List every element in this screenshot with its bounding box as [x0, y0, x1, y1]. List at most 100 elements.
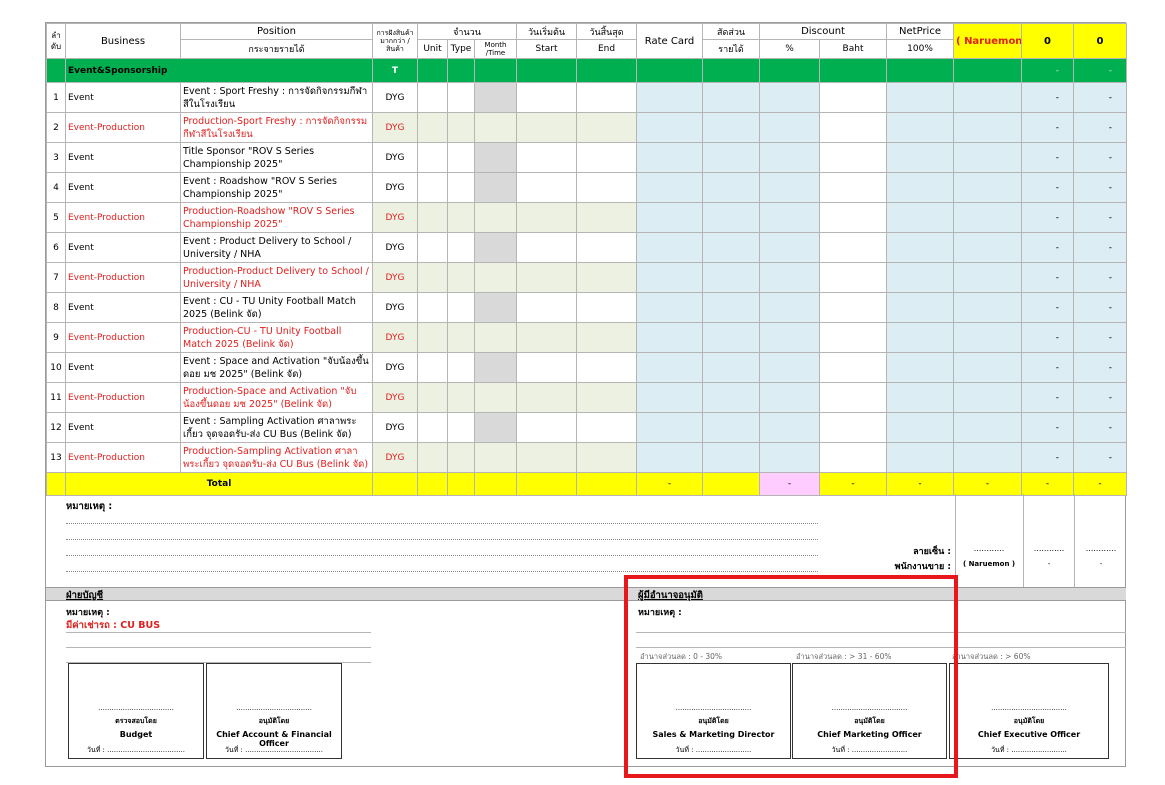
row-type-cell[interactable]	[447, 142, 475, 173]
row-discount-baht-cell[interactable]	[819, 82, 888, 113]
row-start-cell[interactable]	[516, 292, 578, 323]
row-share-cell[interactable]	[702, 262, 761, 293]
row-month-cell[interactable]	[473, 322, 518, 353]
row-discount-baht-cell[interactable]	[819, 352, 888, 383]
row-rate-card-cell[interactable]	[636, 442, 704, 473]
row-discount-pct-cell[interactable]	[759, 232, 821, 263]
row-unit-cell[interactable]	[417, 322, 448, 353]
row-rate-card-cell[interactable]	[636, 82, 704, 113]
row-unit-cell[interactable]	[417, 382, 448, 413]
row-start-cell[interactable]	[516, 172, 578, 203]
row-person-cell[interactable]	[953, 352, 1023, 383]
row-start-cell[interactable]	[516, 82, 578, 113]
row-type-cell[interactable]	[447, 82, 475, 113]
row-netprice-cell[interactable]	[886, 382, 955, 413]
row-end-cell[interactable]	[576, 142, 638, 173]
row-unit-cell[interactable]	[417, 82, 448, 113]
row-netprice-cell[interactable]	[886, 412, 955, 443]
ceo-sign-box[interactable]: .................................. อนุมั…	[949, 663, 1109, 759]
row-unit-cell[interactable]	[417, 292, 448, 323]
row-discount-pct-cell[interactable]	[759, 82, 821, 113]
row-person-cell[interactable]	[953, 292, 1023, 323]
row-person-cell[interactable]	[953, 382, 1023, 413]
row-end-cell[interactable]	[576, 232, 638, 263]
row-rate-card-cell[interactable]	[636, 112, 704, 143]
row-type-cell[interactable]	[447, 412, 475, 443]
row-rate-card-cell[interactable]	[636, 142, 704, 173]
row-person-cell[interactable]	[953, 142, 1023, 173]
row-share-cell[interactable]	[702, 112, 761, 143]
row-share-cell[interactable]	[702, 202, 761, 233]
row-month-cell[interactable]	[473, 382, 518, 413]
row-type-cell[interactable]	[447, 292, 475, 323]
row-person-cell[interactable]	[953, 202, 1023, 233]
row-rate-card-cell[interactable]	[636, 172, 704, 203]
row-netprice-cell[interactable]	[886, 442, 955, 473]
row-share-cell[interactable]	[702, 442, 761, 473]
row-rate-card-cell[interactable]	[636, 232, 704, 263]
row-share-cell[interactable]	[702, 82, 761, 113]
row-type-cell[interactable]	[447, 442, 475, 473]
row-rate-card-cell[interactable]	[636, 262, 704, 293]
row-unit-cell[interactable]	[417, 232, 448, 263]
row-rate-card-cell[interactable]	[636, 412, 704, 443]
row-discount-baht-cell[interactable]	[819, 382, 888, 413]
row-rate-card-cell[interactable]	[636, 382, 704, 413]
row-person-cell[interactable]	[953, 112, 1023, 143]
row-discount-pct-cell[interactable]	[759, 172, 821, 203]
row-netprice-cell[interactable]	[886, 262, 955, 293]
row-discount-baht-cell[interactable]	[819, 292, 888, 323]
row-type-cell[interactable]	[447, 262, 475, 293]
row-rate-card-cell[interactable]	[636, 292, 704, 323]
row-unit-cell[interactable]	[417, 172, 448, 203]
row-end-cell[interactable]	[576, 412, 638, 443]
row-netprice-cell[interactable]	[886, 322, 955, 353]
row-end-cell[interactable]	[576, 262, 638, 293]
row-person-cell[interactable]	[953, 172, 1023, 203]
row-discount-baht-cell[interactable]	[819, 112, 888, 143]
row-end-cell[interactable]	[576, 382, 638, 413]
row-month-cell[interactable]	[473, 412, 518, 443]
row-start-cell[interactable]	[516, 352, 578, 383]
row-share-cell[interactable]	[702, 382, 761, 413]
row-discount-pct-cell[interactable]	[759, 112, 821, 143]
row-discount-baht-cell[interactable]	[819, 232, 888, 263]
row-end-cell[interactable]	[576, 442, 638, 473]
row-share-cell[interactable]	[702, 172, 761, 203]
row-unit-cell[interactable]	[417, 262, 448, 293]
row-type-cell[interactable]	[447, 112, 475, 143]
row-month-cell[interactable]	[473, 442, 518, 473]
row-unit-cell[interactable]	[417, 142, 448, 173]
row-unit-cell[interactable]	[417, 352, 448, 383]
row-month-cell[interactable]	[473, 82, 518, 113]
row-type-cell[interactable]	[447, 202, 475, 233]
row-discount-pct-cell[interactable]	[759, 442, 821, 473]
row-start-cell[interactable]	[516, 262, 578, 293]
row-start-cell[interactable]	[516, 202, 578, 233]
row-netprice-cell[interactable]	[886, 352, 955, 383]
row-person-cell[interactable]	[953, 442, 1023, 473]
row-start-cell[interactable]	[516, 112, 578, 143]
row-month-cell[interactable]	[473, 262, 518, 293]
row-type-cell[interactable]	[447, 322, 475, 353]
row-discount-pct-cell[interactable]	[759, 202, 821, 233]
row-start-cell[interactable]	[516, 142, 578, 173]
row-unit-cell[interactable]	[417, 442, 448, 473]
row-person-cell[interactable]	[953, 412, 1023, 443]
row-end-cell[interactable]	[576, 352, 638, 383]
row-share-cell[interactable]	[702, 232, 761, 263]
row-discount-baht-cell[interactable]	[819, 172, 888, 203]
row-unit-cell[interactable]	[417, 202, 448, 233]
row-netprice-cell[interactable]	[886, 232, 955, 263]
row-type-cell[interactable]	[447, 172, 475, 203]
row-type-cell[interactable]	[447, 382, 475, 413]
row-person-cell[interactable]	[953, 322, 1023, 353]
row-netprice-cell[interactable]	[886, 172, 955, 203]
row-person-cell[interactable]	[953, 262, 1023, 293]
row-share-cell[interactable]	[702, 292, 761, 323]
row-end-cell[interactable]	[576, 82, 638, 113]
row-end-cell[interactable]	[576, 322, 638, 353]
row-person-cell[interactable]	[953, 82, 1023, 113]
row-rate-card-cell[interactable]	[636, 202, 704, 233]
row-type-cell[interactable]	[447, 232, 475, 263]
